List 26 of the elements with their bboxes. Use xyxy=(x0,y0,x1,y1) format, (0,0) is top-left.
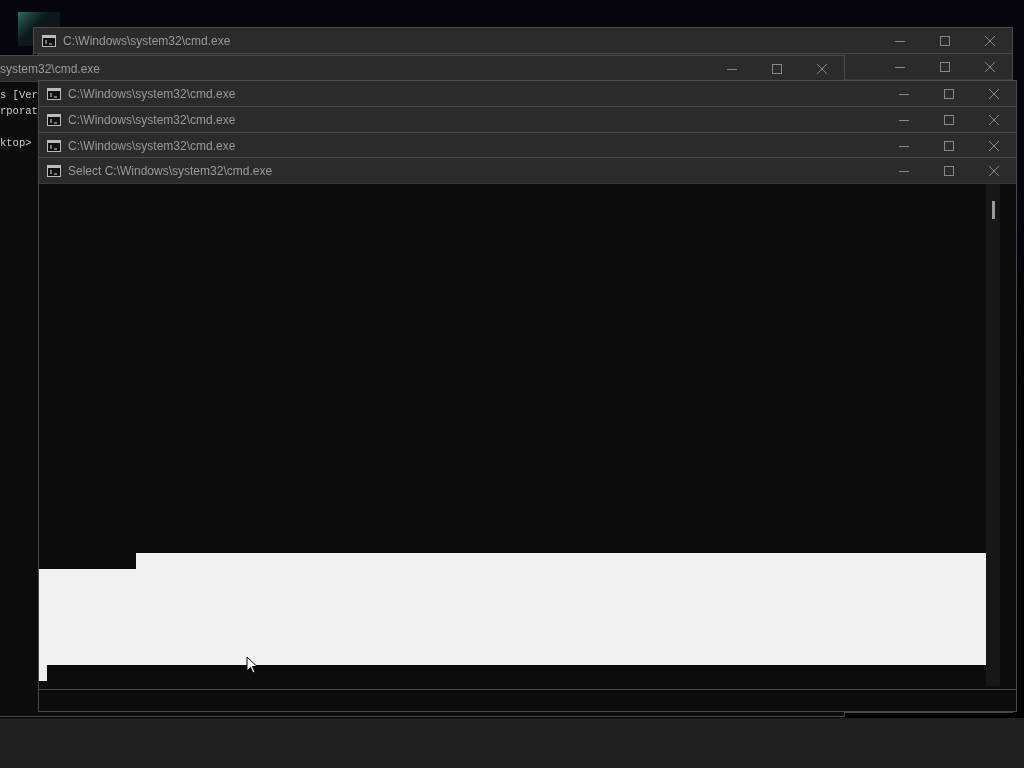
console-line: ktop> xyxy=(0,136,32,151)
close-icon xyxy=(988,114,999,125)
maximize-icon xyxy=(939,61,950,72)
maximize-icon xyxy=(939,35,950,46)
scrollbar[interactable] xyxy=(986,184,1000,686)
console-line: rporat xyxy=(0,104,38,119)
window-title: C:\Windows\system32\cmd.exe xyxy=(68,86,236,101)
close-icon xyxy=(984,61,995,72)
window-title: system32\cmd.exe xyxy=(0,61,101,76)
maximize-icon xyxy=(943,114,954,125)
close-icon xyxy=(988,165,999,176)
close-icon xyxy=(816,63,827,74)
mouse-pointer-icon xyxy=(246,656,258,674)
maximize-icon xyxy=(943,140,954,151)
window-title: Select C:\Windows\system32\cmd.exe xyxy=(68,163,273,178)
maximize-icon xyxy=(943,88,954,99)
console-line: s [Ver xyxy=(0,88,38,103)
maximize-icon xyxy=(943,165,954,176)
close-icon xyxy=(984,35,995,46)
scrollbar-thumb[interactable] xyxy=(992,201,995,219)
close-icon xyxy=(988,140,999,151)
window-title: C:\Windows\system32\cmd.exe xyxy=(68,138,236,153)
window-title: C:\Windows\system32\cmd.exe xyxy=(63,33,231,48)
close-icon xyxy=(988,88,999,99)
maximize-icon xyxy=(771,63,782,74)
window-title: C:\Windows\system32\cmd.exe xyxy=(68,112,236,127)
